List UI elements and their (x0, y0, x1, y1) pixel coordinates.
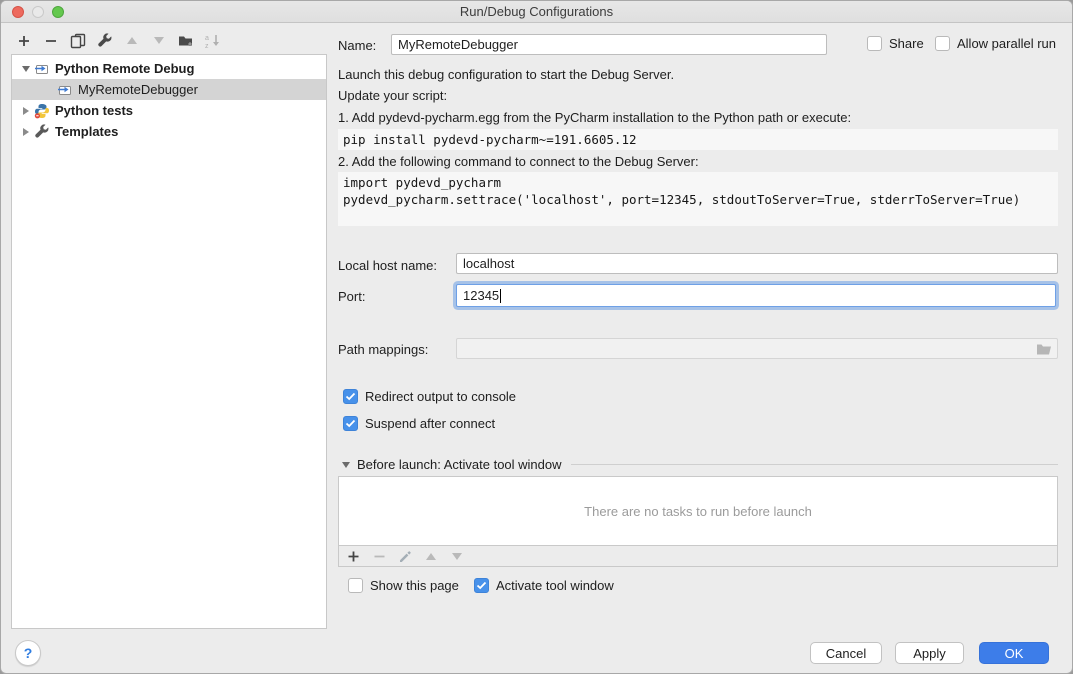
activate-tool-window-label: Activate tool window (496, 578, 614, 593)
share-label: Share (889, 36, 924, 51)
redirect-output-label: Redirect output to console (365, 389, 516, 404)
show-this-page-label: Show this page (370, 578, 459, 593)
zoom-window-button[interactable] (52, 6, 64, 18)
before-launch-section-header[interactable]: Before launch: Activate tool window (342, 457, 1058, 472)
configurations-toolbar: a z (15, 32, 221, 49)
suspend-after-connect-checkbox[interactable] (343, 416, 358, 431)
text-caret (500, 289, 501, 303)
chevron-expanded-icon[interactable] (342, 462, 350, 468)
remove-configuration-icon[interactable] (42, 32, 59, 49)
configurations-tree: Python Remote Debug MyRemoteDebugger Pyt… (11, 54, 327, 629)
empty-tasks-text: There are no tasks to run before launch (584, 504, 812, 519)
allow-parallel-run-checkbox[interactable] (935, 36, 950, 51)
chevron-collapsed-icon[interactable] (20, 107, 32, 115)
new-folder-icon[interactable] (177, 32, 194, 49)
tree-item-label: MyRemoteDebugger (78, 82, 198, 97)
chevron-collapsed-icon[interactable] (20, 128, 32, 136)
path-mappings-label: Path mappings: (338, 342, 428, 357)
local-host-name-input[interactable] (456, 253, 1058, 274)
add-configuration-icon[interactable] (15, 32, 32, 49)
browse-folder-icon[interactable] (1036, 342, 1052, 359)
move-up-icon (123, 32, 140, 49)
suspend-after-connect-label: Suspend after connect (365, 416, 495, 431)
name-label: Name: (338, 38, 376, 53)
before-launch-label: Before launch: Activate tool window (357, 457, 562, 472)
tree-item-label: Templates (55, 124, 118, 139)
python-tests-icon (34, 103, 50, 119)
before-launch-tasks-list[interactable]: There are no tasks to run before launch (338, 476, 1058, 546)
settrace-code-block: import pydevd_pycharm pydevd_pycharm.set… (338, 172, 1058, 226)
description-line-1: Launch this debug configuration to start… (338, 67, 674, 82)
chevron-expanded-icon[interactable] (20, 66, 32, 72)
templates-wrench-icon (34, 124, 50, 140)
help-button[interactable]: ? (15, 640, 41, 666)
move-task-up-icon (423, 548, 439, 564)
allow-parallel-run-label: Allow parallel run (957, 36, 1056, 51)
edit-task-pencil-icon (397, 548, 413, 564)
step-1-text: 1. Add pydevd-pycharm.egg from the PyCha… (338, 110, 851, 125)
port-input[interactable]: 12345 (456, 284, 1056, 307)
cancel-button[interactable]: Cancel (810, 642, 882, 664)
remote-debug-config-icon (57, 82, 73, 98)
port-value: 12345 (463, 288, 499, 303)
copy-configuration-icon[interactable] (69, 32, 86, 49)
pip-install-code-block: pip install pydevd-pycharm~=191.6605.12 (338, 129, 1058, 150)
configuration-editor: Name: Share Allow parallel run Launch th… (338, 31, 1059, 645)
edit-defaults-wrench-icon[interactable] (96, 32, 113, 49)
tree-item-myremotedebugger[interactable]: MyRemoteDebugger (12, 79, 326, 100)
path-mappings-input[interactable] (456, 338, 1058, 359)
local-host-name-label: Local host name: (338, 258, 437, 273)
remote-debug-config-icon (34, 61, 50, 77)
port-label: Port: (338, 289, 365, 304)
move-task-down-icon (449, 548, 465, 564)
activate-tool-window-checkbox[interactable] (474, 578, 489, 593)
add-task-icon[interactable] (345, 548, 361, 564)
svg-text:z: z (205, 43, 209, 49)
run-debug-configurations-dialog: Run/Debug Configurations a z (0, 0, 1073, 674)
section-divider (571, 464, 1058, 465)
tree-item-python-remote-debug[interactable]: Python Remote Debug (12, 58, 326, 79)
help-question-mark: ? (24, 645, 33, 661)
move-down-icon (150, 32, 167, 49)
description-line-2: Update your script: (338, 88, 447, 103)
svg-text:a: a (205, 35, 209, 42)
sort-alphabetically-icon: a z (204, 32, 221, 49)
tasks-toolbar (338, 546, 1058, 567)
ok-button[interactable]: OK (979, 642, 1049, 664)
apply-button[interactable]: Apply (895, 642, 964, 664)
share-checkbox[interactable] (867, 36, 882, 51)
titlebar[interactable]: Run/Debug Configurations (1, 1, 1072, 23)
step-2-text: 2. Add the following command to connect … (338, 154, 699, 169)
tree-item-label: Python Remote Debug (55, 61, 194, 76)
redirect-output-checkbox[interactable] (343, 389, 358, 404)
tree-item-label: Python tests (55, 103, 133, 118)
tree-item-templates[interactable]: Templates (12, 121, 326, 142)
show-this-page-checkbox[interactable] (348, 578, 363, 593)
tree-item-python-tests[interactable]: Python tests (12, 100, 326, 121)
minimize-window-button (32, 6, 44, 18)
name-input[interactable] (391, 34, 827, 55)
window-title: Run/Debug Configurations (1, 1, 1072, 22)
remove-task-icon (371, 548, 387, 564)
close-window-button[interactable] (12, 6, 24, 18)
